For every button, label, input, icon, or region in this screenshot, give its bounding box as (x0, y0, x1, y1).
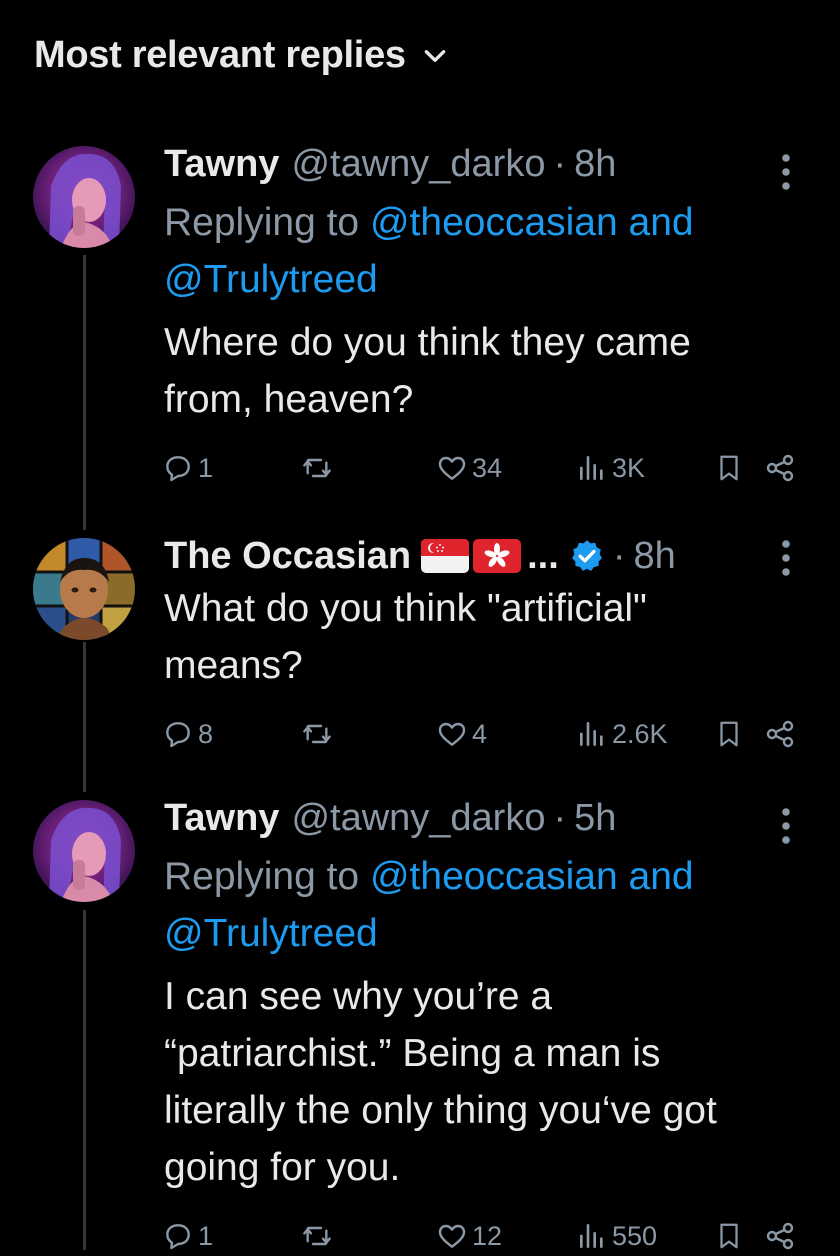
chevron-down-icon (424, 49, 446, 62)
flag-singapore-icon (421, 539, 470, 573)
replies-sort-button[interactable]: Most relevant replies (34, 34, 448, 77)
more-options-button[interactable] (780, 538, 792, 578)
views-chart-icon (580, 722, 603, 746)
view-count: 3K (612, 452, 646, 483)
bookmark-icon (720, 455, 738, 481)
bookmark-button[interactable] (714, 1216, 744, 1256)
replying-to: Replying to @theoccasian and @Trulytreed (164, 848, 804, 962)
display-name[interactable]: Tawny (164, 794, 279, 842)
action-bar: 8 4 2.6K (162, 714, 802, 754)
views-button[interactable]: 2.6K (576, 714, 668, 754)
display-name[interactable]: Tawny (164, 140, 279, 188)
user-handle[interactable]: @tawny_darko (291, 140, 545, 188)
avatar[interactable] (33, 146, 135, 248)
repost-button[interactable] (300, 714, 338, 754)
like-count: 34 (472, 452, 503, 483)
reply-button[interactable]: 8 (162, 714, 213, 754)
timestamp[interactable]: 5h (574, 794, 616, 842)
more-options-button[interactable] (780, 152, 792, 192)
views-button[interactable]: 3K (576, 448, 645, 488)
bookmark-icon (720, 1223, 738, 1249)
flag-hong-kong-icon (473, 539, 522, 573)
avatar[interactable] (33, 800, 135, 902)
views-button[interactable]: 550 (576, 1216, 657, 1256)
separator-dot: · (553, 797, 567, 839)
thread-connector (83, 642, 86, 792)
separator-dot: · (612, 535, 626, 577)
name-truncation: ... (527, 535, 559, 577)
bookmark-button[interactable] (714, 714, 744, 754)
views-chart-icon (580, 456, 603, 480)
mention-link[interactable]: @Trulytreed (164, 912, 378, 955)
tweet-text: What do you think "artificial" means? (164, 587, 647, 687)
repost-icon (303, 1226, 331, 1246)
mention-joiner: and (617, 201, 694, 244)
like-button[interactable]: 34 (436, 448, 502, 488)
mention-link[interactable]: @Trulytreed (164, 258, 378, 301)
tweet-text: Where do you think they came from, heave… (164, 321, 691, 421)
avatar[interactable] (33, 538, 135, 640)
more-vertical-icon (782, 154, 790, 190)
like-button[interactable]: 12 (436, 1216, 502, 1256)
comment-icon (166, 722, 190, 748)
thread-connector (83, 910, 86, 1250)
timestamp[interactable]: 8h (633, 532, 675, 580)
replying-prefix: Replying to (164, 201, 370, 244)
heart-icon (438, 456, 466, 480)
share-button[interactable] (764, 448, 796, 488)
display-name[interactable]: The Occasian (164, 532, 411, 580)
action-bar: 1 34 3K (162, 448, 802, 488)
tweet-text: I can see why you’re a “patriarchist.” B… (164, 975, 717, 1189)
share-icon (766, 1222, 794, 1250)
separator-dot: · (553, 143, 567, 185)
reply-count: 8 (198, 718, 214, 749)
more-vertical-icon (782, 808, 790, 844)
name-flags (421, 539, 525, 573)
heart-icon (438, 722, 466, 746)
share-button[interactable] (764, 714, 796, 754)
reply-button[interactable]: 1 (162, 448, 213, 488)
action-bar: 1 12 550 (162, 1216, 802, 1256)
reply-count: 1 (198, 1220, 214, 1251)
mention-link[interactable]: @theoccasian (370, 201, 618, 244)
reply-button[interactable]: 1 (162, 1216, 213, 1256)
timestamp[interactable]: 8h (574, 140, 616, 188)
more-options-button[interactable] (780, 806, 792, 846)
verified-badge-icon (571, 540, 602, 571)
comment-icon (166, 1224, 190, 1250)
views-chart-icon (580, 1224, 603, 1248)
share-button[interactable] (764, 1216, 796, 1256)
reply-count: 1 (198, 452, 214, 483)
bookmark-button[interactable] (714, 448, 744, 488)
mention-joiner: and (617, 855, 694, 898)
view-count: 2.6K (612, 718, 668, 749)
repost-button[interactable] (300, 448, 338, 488)
like-button[interactable]: 4 (436, 714, 487, 754)
comment-icon (166, 456, 190, 482)
share-icon (766, 720, 794, 748)
repost-button[interactable] (300, 1216, 338, 1256)
heart-icon (438, 1224, 466, 1248)
like-count: 4 (472, 718, 488, 749)
like-count: 12 (472, 1220, 503, 1251)
thread-connector (83, 255, 86, 530)
view-count: 550 (612, 1220, 658, 1251)
more-vertical-icon (782, 540, 790, 576)
mention-link[interactable]: @theoccasian (370, 855, 618, 898)
user-handle[interactable]: @tawny_darko (291, 794, 545, 842)
repost-icon (303, 724, 331, 744)
bookmark-icon (720, 721, 738, 747)
sort-label: Most relevant replies (34, 34, 406, 76)
replying-prefix: Replying to (164, 855, 370, 898)
share-icon (766, 454, 794, 482)
repost-icon (303, 458, 331, 478)
replying-to: Replying to @theoccasian and @Trulytreed (164, 194, 804, 308)
